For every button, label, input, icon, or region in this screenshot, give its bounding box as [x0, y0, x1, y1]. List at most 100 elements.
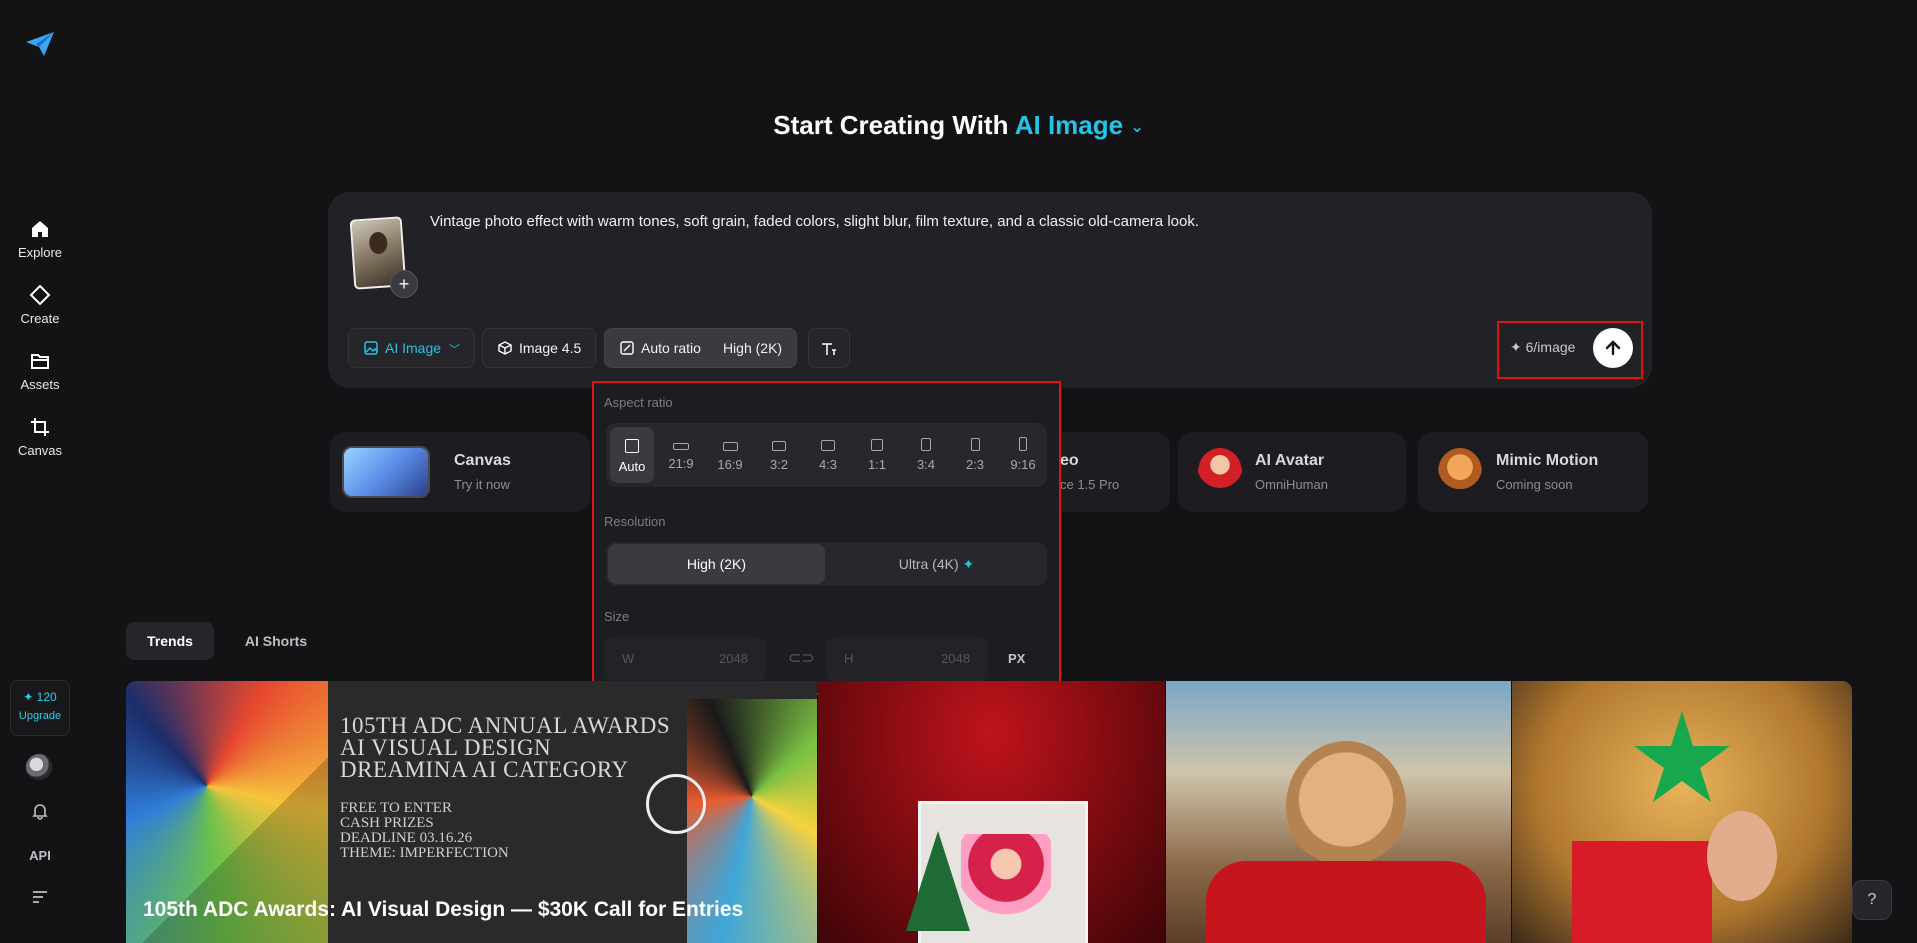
height-value: 2048 — [941, 651, 970, 666]
prompt-input[interactable]: Vintage photo effect with warm tones, so… — [430, 213, 1199, 230]
folder-icon — [31, 354, 49, 369]
credits-upgrade-button[interactable]: ✦ 120 Upgrade — [10, 680, 70, 736]
menu-icon[interactable] — [0, 890, 80, 907]
resolution-option-ultra[interactable]: Ultra (4K) ✦ — [828, 544, 1045, 584]
resolution-label-text: Ultra (4K) — [898, 556, 959, 572]
width-input[interactable]: W 2048 — [604, 637, 766, 681]
ratio-label: 9:16 — [1010, 457, 1036, 472]
avatar[interactable] — [26, 754, 52, 780]
poster-detail: THEME: IMPERFECTION — [340, 845, 509, 861]
adc-logo — [646, 774, 706, 834]
christmas-tree — [906, 831, 970, 931]
aspect-ratio-button[interactable]: Auto ratio High (2K) — [604, 328, 798, 368]
sidebar-item-create[interactable]: Create — [0, 284, 80, 326]
ratio-label: 2:3 — [965, 457, 985, 472]
resolution-option-high[interactable]: High (2K) — [608, 544, 825, 584]
height-input[interactable]: H 2048 — [826, 637, 988, 681]
height-label: H — [844, 651, 854, 666]
quality-label: High (2K) — [722, 340, 783, 356]
feed-item-dog-car[interactable] — [1166, 681, 1511, 943]
link-icon[interactable]: ⊂⊃ — [788, 648, 815, 668]
add-reference-button[interactable]: + — [390, 270, 418, 298]
page-title: Start Creating With AI Image ⌄ — [0, 110, 1917, 141]
sidebar-item-explore[interactable]: Explore — [0, 218, 80, 260]
red-car — [1206, 861, 1486, 943]
featured-banner[interactable]: 105TH ADC ANNUAL AWARDS AI VISUAL DESIGN… — [126, 681, 817, 943]
diamond-icon — [29, 284, 51, 306]
mode-selector[interactable]: AI Image ⌄ — [1015, 110, 1144, 140]
dreamina-logo[interactable] — [24, 30, 56, 58]
resolution-label-text: High (2K) — [686, 556, 747, 572]
version-selector[interactable]: Image 4.5 — [482, 328, 597, 368]
ratio-option-3-4[interactable]: 3:4 — [904, 427, 948, 483]
ratio-options: Auto 21:9 16:9 3:2 4:3 1:1 3:4 2:3 9:16 — [606, 423, 1047, 487]
home-icon — [32, 221, 48, 237]
help-button[interactable]: ? — [1852, 880, 1892, 920]
gift-box — [1572, 841, 1712, 943]
woman-portrait — [1707, 811, 1777, 901]
width-value: 2048 — [719, 651, 748, 666]
mode-label: AI Image — [1014, 110, 1124, 140]
ratio-label: Auto — [618, 459, 646, 474]
feature-card-canvas[interactable]: Canvas Try it now — [330, 432, 590, 512]
poster-detail: FREE TO ENTER — [340, 800, 452, 816]
canvas-thumbnail — [342, 446, 430, 498]
poster-detail: CASH PRIZES — [340, 815, 434, 831]
ratio-shape-icon — [772, 441, 786, 451]
feature-card-mimic-motion[interactable]: Mimic Motion Coming soon — [1418, 432, 1648, 512]
model-label: AI Image — [385, 340, 442, 356]
ratio-label: Auto ratio — [641, 340, 701, 356]
resolution-options: High (2K) Ultra (4K) ✦ — [606, 542, 1047, 586]
aspect-ratio-popover: Aspect ratio Auto 21:9 16:9 3:2 4:3 1:1 … — [592, 381, 1061, 695]
text-style-button[interactable] — [808, 328, 850, 368]
feature-subtitle: Coming soon — [1496, 477, 1573, 492]
tab-ai-shorts[interactable]: AI Shorts — [236, 622, 316, 660]
ratio-option-auto[interactable]: Auto — [610, 427, 654, 483]
model-selector[interactable]: AI Image ﹀ — [348, 328, 475, 368]
ratio-label: 21:9 — [668, 456, 694, 471]
sidebar-item-assets[interactable]: Assets — [0, 350, 80, 392]
feed-item-christmas[interactable] — [818, 681, 1165, 943]
generate-button[interactable] — [1593, 328, 1633, 368]
banner-caption: 105th ADC Awards: AI Visual Design — $30… — [143, 898, 744, 921]
aspect-ratio-icon — [620, 341, 634, 355]
ratio-option-2-3[interactable]: 2:3 — [953, 427, 997, 483]
poster-details: FREE TO ENTER CASH PRIZES DEADLINE 03.16… — [340, 801, 509, 861]
poster-line: AI VISUAL DESIGN — [340, 735, 552, 760]
resolution-label: Resolution — [604, 514, 666, 529]
sparkle-icon: ✦ — [962, 556, 975, 572]
sidebar-item-label: Assets — [20, 377, 60, 392]
mimic-motion-icon — [1438, 448, 1482, 496]
ratio-option-1-1[interactable]: 1:1 — [855, 427, 899, 483]
ratio-option-4-3[interactable]: 4:3 — [806, 427, 850, 483]
tab-trends[interactable]: Trends — [126, 622, 214, 660]
bell-icon[interactable] — [0, 802, 80, 823]
api-link[interactable]: API — [0, 848, 80, 863]
title-prefix: Start Creating With — [773, 110, 1009, 140]
ratio-shape-icon — [821, 440, 835, 451]
ratio-label: 16:9 — [717, 457, 743, 472]
upgrade-label: Upgrade — [18, 710, 62, 722]
text-icon — [822, 343, 836, 356]
ai-avatar-icon — [1198, 448, 1242, 496]
sidebar-item-canvas[interactable]: Canvas — [0, 416, 80, 458]
ratio-label: 3:2 — [769, 457, 789, 472]
feature-subtitle: Try it now — [454, 477, 510, 492]
ratio-shape-icon — [722, 442, 738, 451]
poster-line: DREAMINA AI CATEGORY — [340, 757, 629, 782]
feed-item-gift[interactable] — [1512, 681, 1852, 943]
ratio-option-3-2[interactable]: 3:2 — [757, 427, 801, 483]
feature-card-ai-avatar[interactable]: AI Avatar OmniHuman — [1178, 432, 1406, 512]
credit-balance: ✦ 120 — [23, 690, 57, 704]
ratio-shape-icon — [1019, 437, 1027, 451]
poster-heading: 105TH ADC ANNUAL AWARDS AI VISUAL DESIGN… — [340, 714, 670, 782]
chevron-down-icon: ⌄ — [1130, 119, 1144, 137]
ratio-shape-icon — [970, 438, 980, 451]
feature-subtitle: ce 1.5 Pro — [1060, 477, 1120, 492]
ratio-option-16-9[interactable]: 16:9 — [708, 427, 752, 483]
ratio-option-21-9[interactable]: 21:9 — [659, 427, 703, 483]
cube-icon — [498, 341, 512, 356]
sidebar-item-label: Explore — [17, 245, 63, 260]
ratio-option-9-16[interactable]: 9:16 — [1001, 427, 1045, 483]
feature-title: Mimic Motion — [1496, 452, 1599, 469]
